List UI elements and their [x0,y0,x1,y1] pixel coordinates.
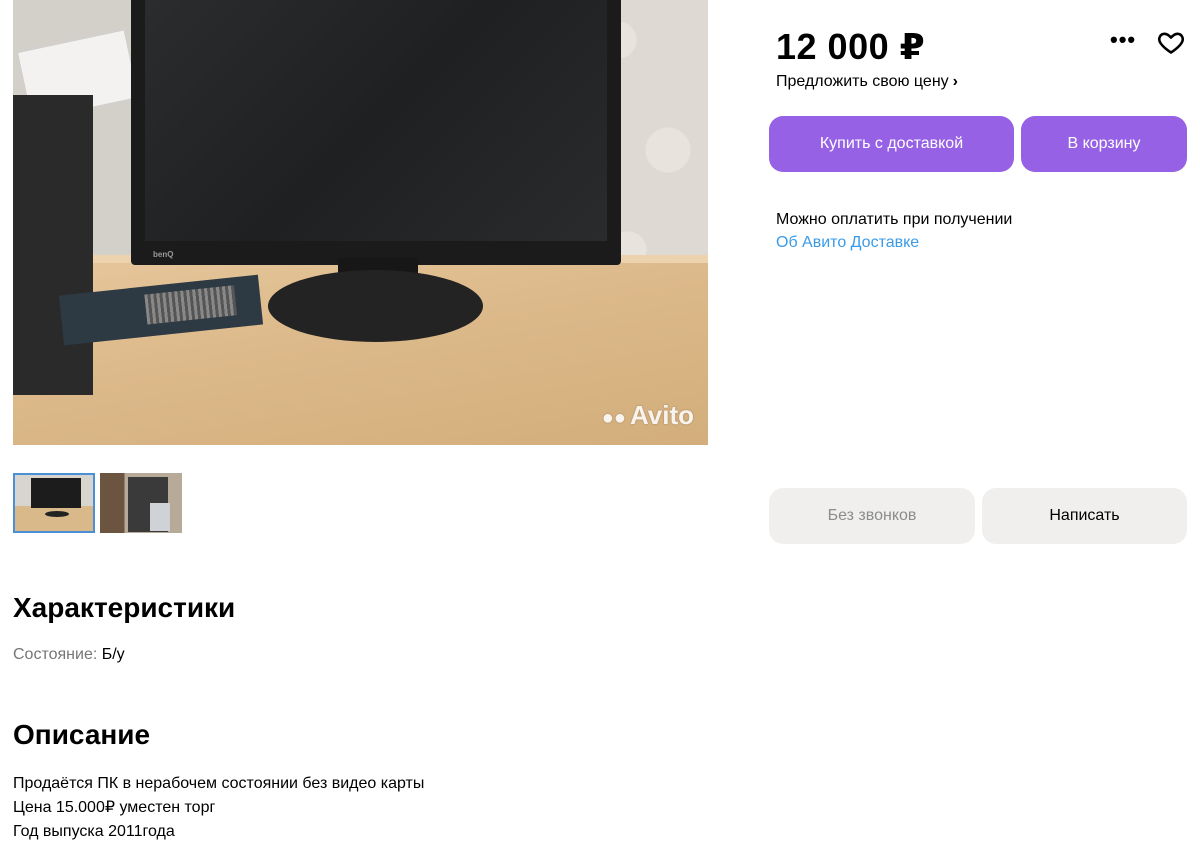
spec-key: Состояние: [13,646,98,663]
price: 12 000 ₽ [776,26,926,67]
more-options-icon[interactable]: ••• [1110,29,1136,51]
buy-with-delivery-button[interactable]: Купить с доставкой [769,116,1014,172]
thumbnail-strip [13,473,182,533]
monitor-screen [145,0,607,241]
avito-logo-icon: ●● [601,407,626,429]
add-to-cart-button[interactable]: В корзину [1021,116,1187,172]
offer-price-link[interactable]: Предложить свою цену › [776,73,958,91]
description-text: Продаётся ПК в нерабочем состоянии без в… [13,772,424,844]
pay-on-receipt-text: Можно оплатить при получении [776,211,1013,228]
avito-delivery-link[interactable]: Об Авито Доставке [776,234,919,252]
thumbnail-pc-case[interactable] [100,473,182,533]
no-calls-button: Без звонков [769,488,975,544]
spec-value: Б/у [101,646,125,663]
monitor-brand: benQ [153,250,174,259]
gpu-heatsink [144,285,237,325]
write-message-button[interactable]: Написать [982,488,1187,544]
description-line: Продаётся ПК в нерабочем состоянии без в… [13,775,425,792]
main-photo[interactable]: benQ ●● Avito [13,0,708,445]
pc-case-edge [13,95,93,395]
description-line: Год выпуска 2011года [13,823,175,840]
spec-row-condition: Состояние: Б/у [13,646,125,664]
monitor: benQ [131,0,621,265]
chevron-right-icon: › [952,73,958,90]
description-line: Цена 15.000₽ уместен торг [13,799,216,816]
specs-heading: Характеристики [13,592,236,623]
description-heading: Описание [13,719,151,750]
avito-watermark: ●● Avito [601,400,694,430]
thumbnail-monitor[interactable] [13,473,95,533]
favorite-heart-icon[interactable] [1157,28,1185,56]
monitor-stand-base [268,270,483,342]
